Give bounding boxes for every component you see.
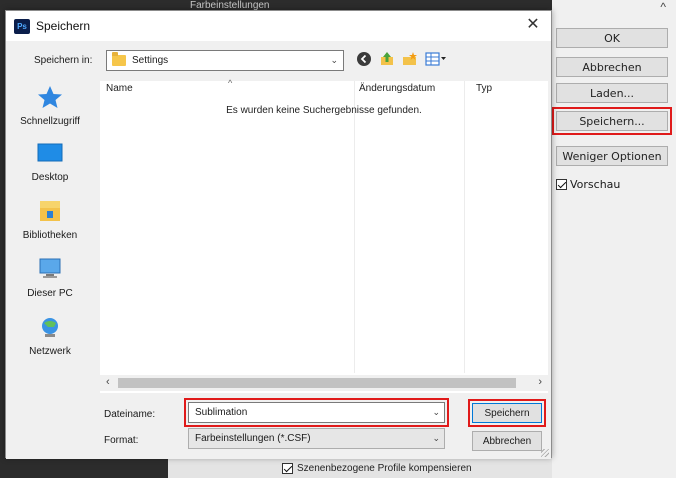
place-this-pc[interactable]: Dieser PC <box>6 257 94 299</box>
folder-icon <box>112 52 126 66</box>
close-icon[interactable]: ✕ <box>525 17 541 33</box>
column-divider <box>354 81 355 373</box>
format-value: Farbeinstellungen (*.CSF) <box>195 433 311 444</box>
save-dialog: Ps Speichern ✕ Speichern in: Settings ⌄ <box>5 10 552 459</box>
format-select[interactable]: Farbeinstellungen (*.CSF) ⌄ <box>188 428 445 449</box>
format-label: Format: <box>104 435 139 446</box>
preview-label: Vorschau <box>570 178 621 191</box>
place-libraries[interactable]: Bibliotheken <box>6 199 94 241</box>
back-icon[interactable] <box>356 51 372 67</box>
dialog-title: Speichern <box>36 19 91 33</box>
place-label: Schnellzugriff <box>20 116 80 127</box>
place-label: Bibliotheken <box>22 230 78 241</box>
chevron-up-icon[interactable]: ^ <box>660 0 666 14</box>
save-in-value: Settings <box>132 55 169 66</box>
column-header-name[interactable]: Name <box>106 83 133 94</box>
place-label: Netzwerk <box>29 346 71 357</box>
place-desktop[interactable]: Desktop <box>6 141 94 183</box>
place-network[interactable]: Netzwerk <box>6 315 94 357</box>
star-icon <box>38 86 62 108</box>
save-in-label: Speichern in: <box>34 55 93 66</box>
places-bar: Schnellzugriff Desktop Bibliotheken Dies… <box>6 81 94 389</box>
filename-label: Dateiname: <box>104 409 156 420</box>
dialog-body: Speichern in: Settings ⌄ Schnellzugriff … <box>6 41 551 459</box>
desktop-icon <box>37 143 63 162</box>
dialog-toolbar <box>356 51 447 67</box>
network-icon <box>42 318 58 337</box>
checkbox-icon[interactable] <box>282 463 293 474</box>
dialog-titlebar: Ps Speichern ✕ <box>6 11 551 41</box>
up-folder-icon[interactable] <box>379 51 395 67</box>
scroll-right-icon[interactable]: › <box>538 376 542 388</box>
place-label: Dieser PC <box>27 288 73 299</box>
scrollbar-thumb[interactable] <box>118 378 516 388</box>
chevron-down-icon[interactable]: ⌄ <box>330 55 338 66</box>
photoshop-icon: Ps <box>14 18 30 34</box>
column-header-modified[interactable]: Änderungsdatum <box>359 83 435 94</box>
chevron-down-icon[interactable]: ⌄ <box>432 407 440 418</box>
resize-grip-icon[interactable] <box>541 449 549 457</box>
checkbox-icon[interactable] <box>556 179 567 190</box>
background-option[interactable]: Szenenbezogene Profile kompensieren <box>282 463 472 474</box>
scroll-left-icon[interactable]: ‹ <box>106 376 110 388</box>
filename-value: Sublimation <box>195 407 248 418</box>
computer-icon <box>39 258 61 278</box>
chevron-down-icon[interactable]: ⌄ <box>432 433 440 444</box>
dialog-cancel-button[interactable]: Abbrechen <box>472 431 542 451</box>
horizontal-scrollbar[interactable]: ‹ › <box>100 375 548 391</box>
cancel-button[interactable]: Abbrechen <box>556 57 668 77</box>
empty-message: Es wurden keine Suchergebnisse gefunden. <box>226 105 422 116</box>
place-label: Desktop <box>31 172 69 183</box>
file-list[interactable]: Name ^ Änderungsdatum Typ Es wurden kein… <box>100 78 548 393</box>
view-menu-icon[interactable] <box>425 51 447 67</box>
filename-input[interactable]: Sublimation ⌄ <box>184 398 449 427</box>
column-header-type[interactable]: Typ <box>476 83 492 94</box>
new-folder-icon[interactable] <box>402 51 418 67</box>
background-option-label: Szenenbezogene Profile kompensieren <box>297 463 472 474</box>
library-icon <box>40 201 60 221</box>
column-divider <box>464 81 465 373</box>
save-settings-button[interactable]: Speichern... <box>552 107 672 135</box>
fewer-options-button[interactable]: Weniger Optionen <box>556 146 668 166</box>
preview-checkbox[interactable]: Vorschau <box>556 178 620 191</box>
load-button[interactable]: Laden... <box>556 83 668 103</box>
sort-ascending-icon: ^ <box>228 78 233 88</box>
save-in-dropdown[interactable]: Settings ⌄ <box>106 50 344 71</box>
save-button[interactable]: Speichern <box>468 399 546 427</box>
place-quick-access[interactable]: Schnellzugriff <box>6 85 94 127</box>
ok-button[interactable]: OK <box>556 28 668 48</box>
